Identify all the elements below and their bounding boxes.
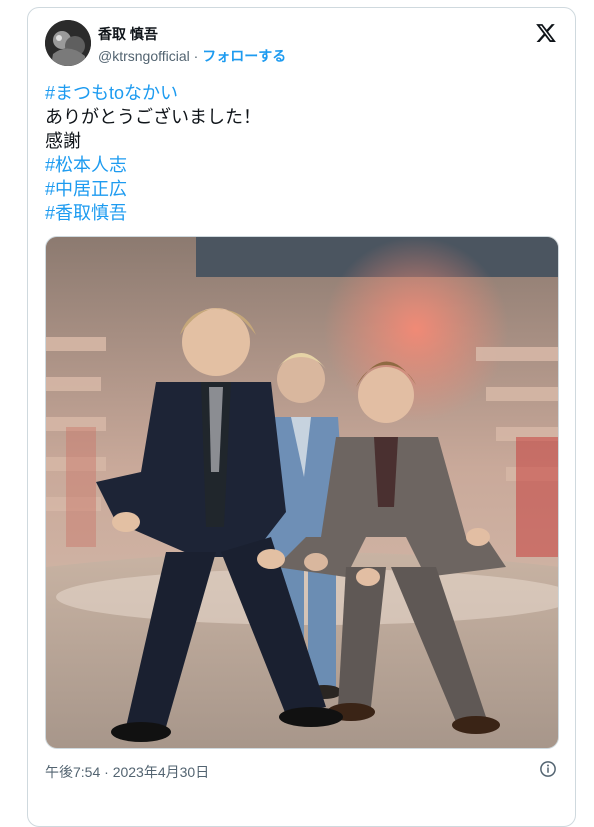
- author-name[interactable]: 香取 慎吾: [98, 24, 158, 44]
- info-icon[interactable]: [539, 760, 557, 778]
- separator: ·: [189, 48, 203, 64]
- hashtag-link[interactable]: #まつもtoなかい: [45, 81, 261, 105]
- hashtag-link[interactable]: #香取慎吾: [45, 201, 261, 225]
- author-handle[interactable]: @ktrsngofficial: [98, 48, 190, 64]
- tweet-photo[interactable]: [45, 236, 559, 749]
- follow-button[interactable]: フォローする: [202, 48, 286, 64]
- tweet-text-line: 感謝: [45, 131, 81, 151]
- author-handle-row: @ktrsngofficial · フォローする: [98, 46, 286, 66]
- tweet-text-line: ありがとうございました！: [45, 107, 261, 127]
- hashtag-link[interactable]: #中居正広: [45, 177, 261, 201]
- tweet-timestamp[interactable]: 午後7:54 · 2023年4月30日: [45, 762, 209, 782]
- avatar[interactable]: [45, 20, 91, 66]
- tweet-embed-card: 香取 慎吾 @ktrsngofficial · フォローする #まつもtoなかい…: [27, 7, 576, 827]
- hashtag-link[interactable]: #松本人志: [45, 153, 261, 177]
- tweet-text: #まつもtoなかい ありがとうございました！ 感謝 #松本人志 #中居正広 #香…: [45, 81, 261, 225]
- x-logo-icon[interactable]: [535, 22, 557, 44]
